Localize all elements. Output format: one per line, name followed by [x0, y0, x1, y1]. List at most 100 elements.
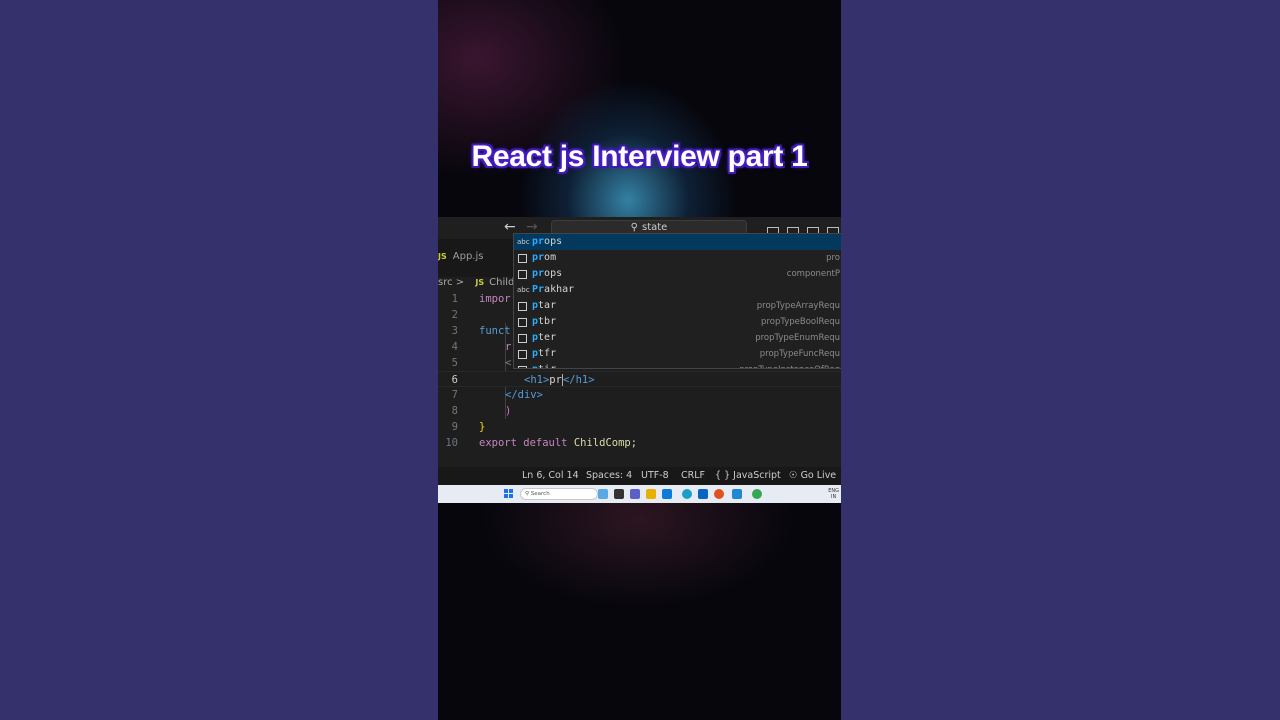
- braces-icon: { }: [715, 470, 731, 481]
- suggestion-detail: propTypeFuncRequ: [759, 349, 840, 359]
- suggestion-label: pter: [532, 330, 556, 346]
- suggestion-label: ptfr: [532, 346, 556, 362]
- taskbar-app-icon[interactable]: [598, 489, 608, 499]
- suggestion-label: props: [532, 234, 562, 250]
- suggestion-item[interactable]: props componentP: [514, 266, 841, 282]
- file-explorer-icon[interactable]: [646, 489, 656, 499]
- suggestion-rest: ops: [544, 236, 563, 247]
- task-view-icon[interactable]: [614, 489, 624, 499]
- suggestion-item[interactable]: ptar propTypeArrayRequ: [514, 298, 841, 314]
- left-backdrop: [0, 0, 438, 720]
- snippet-icon: [518, 366, 527, 368]
- suggestion-item[interactable]: prom pro: [514, 250, 841, 266]
- status-encoding[interactable]: UTF-8: [641, 470, 669, 481]
- line-number: 1: [451, 293, 458, 305]
- code-line: 10 export default ChildComp;: [438, 435, 841, 451]
- suggestion-label: ptir: [532, 362, 556, 368]
- snippet-icon: [518, 270, 527, 279]
- suggestion-rest: om: [544, 252, 557, 263]
- suggestion-detail: propTypeEnumRequ: [755, 333, 840, 343]
- line-number: 4: [451, 341, 458, 353]
- autocomplete-suggestions: abc props prom pro props componentP abc …: [513, 233, 841, 369]
- js-file-icon: JS: [475, 278, 485, 287]
- firefox-icon[interactable]: [714, 489, 724, 499]
- close-tag: </h1>: [562, 374, 595, 386]
- chrome-icon[interactable]: [752, 489, 762, 499]
- windows-start-icon[interactable]: [504, 489, 514, 499]
- suggestion-rest: ter: [538, 332, 557, 343]
- line-number: 2: [451, 309, 458, 321]
- status-go-live[interactable]: ☉ Go Live: [789, 470, 836, 481]
- code-line-current: 6 <h1>pr</h1>: [438, 371, 841, 387]
- system-tray[interactable]: ENG IN: [828, 488, 839, 500]
- chevron-right-icon: >: [455, 277, 465, 288]
- code-text: impor: [479, 293, 511, 305]
- code-identifier: ChildComp;: [573, 437, 638, 449]
- snippet-icon: [518, 302, 527, 311]
- line-number: 3: [451, 325, 458, 337]
- code-text: r: [505, 341, 512, 353]
- suggestion-rest: tbr: [538, 316, 557, 327]
- suggestion-item[interactable]: pter propTypeEnumRequ: [514, 330, 841, 346]
- status-cursor-position[interactable]: Ln 6, Col 14: [522, 470, 579, 481]
- line-number: 5: [451, 357, 458, 369]
- vscode-icon[interactable]: [732, 489, 742, 499]
- js-file-icon: JS: [438, 252, 447, 261]
- suggestion-item[interactable]: abc props: [514, 234, 841, 250]
- line-number: 7: [451, 389, 458, 401]
- suggestion-item[interactable]: ptbr propTypeBoolRequ: [514, 314, 841, 330]
- edge-icon[interactable]: [682, 489, 692, 499]
- suggestion-detail: componentP: [786, 269, 840, 279]
- suggestion-label: props: [532, 266, 562, 282]
- breadcrumb-folder[interactable]: src: [438, 277, 453, 288]
- code-text: </div>: [505, 389, 543, 401]
- suggestion-rest: tir: [538, 364, 556, 368]
- snippet-icon: [518, 334, 527, 343]
- code-text: export default ChildComp;: [479, 435, 637, 451]
- line-number: 10: [445, 437, 458, 449]
- suggestion-match: pr: [532, 236, 545, 247]
- text-suggestion-icon: abc: [517, 238, 530, 246]
- suggestion-item[interactable]: ptfr propTypeFuncRequ: [514, 346, 841, 362]
- suggestion-match: pr: [532, 268, 545, 279]
- code-line: 7 </div>: [438, 387, 841, 403]
- suggestion-detail: propTypeInstanceOfReq: [739, 362, 840, 368]
- suggestion-label: prom: [532, 250, 556, 266]
- status-indentation[interactable]: Spaces: 4: [586, 470, 632, 481]
- suggestion-rest: akhar: [544, 284, 575, 295]
- language-label: JavaScript: [733, 470, 781, 481]
- status-language[interactable]: { } JavaScript: [715, 470, 781, 481]
- code-text: funct: [479, 325, 511, 337]
- windows-taskbar: ⚲ Search ENG IN: [438, 485, 841, 503]
- status-eol[interactable]: CRLF: [681, 470, 705, 481]
- code-text: }: [479, 421, 486, 433]
- code-line: 9 }: [438, 419, 841, 435]
- store-icon[interactable]: [662, 489, 672, 499]
- broadcast-icon: ☉: [789, 470, 798, 481]
- code-text: <h1>pr</h1>: [524, 372, 595, 388]
- suggestion-rest: ops: [544, 268, 563, 279]
- code-keyword: export default: [479, 437, 568, 449]
- search-text: state: [641, 222, 668, 233]
- suggestion-item[interactable]: ptir propTypeInstanceOfReq: [514, 362, 841, 368]
- status-bar: Ln 6, Col 14 Spaces: 4 UTF-8 CRLF { } Ja…: [438, 467, 841, 485]
- suggestion-detail: propTypeBoolRequ: [761, 317, 840, 327]
- suggestion-rest: tar: [538, 300, 557, 311]
- mail-icon[interactable]: [698, 489, 708, 499]
- taskbar-search[interactable]: ⚲ Search: [520, 488, 598, 500]
- tab-app-js[interactable]: JS App.js: [438, 251, 483, 262]
- video-frame: React js Interview part 1 ← → ⚲ state JS A…: [438, 0, 841, 720]
- line-number: 8: [451, 405, 458, 417]
- go-live-label: Go Live: [800, 470, 837, 481]
- line-number: 6: [451, 374, 458, 386]
- suggestion-rest: tfr: [538, 348, 557, 359]
- tab-label: App.js: [452, 251, 484, 262]
- suggestion-match: pr: [532, 252, 545, 263]
- code-editor-window: ← → ⚲ state JS App.js src > JS Childc 1 i: [438, 217, 841, 485]
- suggestion-label: ptar: [532, 298, 556, 314]
- open-tag: <h1>: [524, 374, 550, 386]
- teams-icon[interactable]: [630, 489, 640, 499]
- snippet-icon: [518, 318, 527, 327]
- suggestion-item[interactable]: abc Prakhar: [514, 282, 841, 298]
- tray-region: IN: [831, 494, 837, 500]
